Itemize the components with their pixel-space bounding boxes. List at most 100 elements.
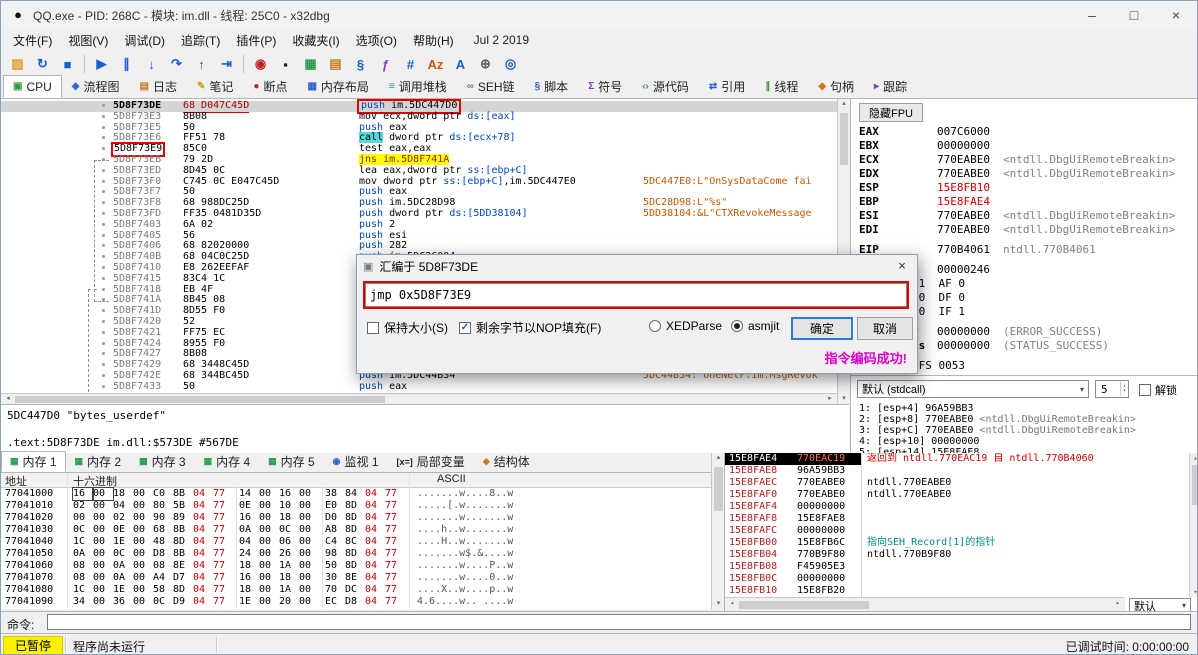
breakpoint-dot[interactable] [102, 373, 105, 377]
tab-SEH链[interactable]: ∞ SEH链 [457, 75, 525, 98]
register-row-EBX[interactable]: EBX 00000000 [851, 139, 1197, 152]
breakpoint-dot[interactable] [102, 363, 105, 367]
step-out-icon[interactable]: ↑ [190, 53, 213, 75]
restart-icon[interactable]: ↻ [31, 53, 54, 75]
asmjit-radio[interactable]: asmjit [731, 319, 779, 333]
tab-线程[interactable]: ∥ 线程 [755, 75, 808, 98]
tab-内存 4[interactable]: ▦ 内存 4 [195, 451, 260, 472]
breakpoint-dot[interactable] [102, 136, 105, 140]
scroll-thumb[interactable] [714, 467, 723, 511]
case-icon[interactable]: Az [424, 53, 447, 75]
tab-结构体[interactable]: ◆ 结构体 [474, 451, 539, 472]
stack-pane[interactable]: 15E8FAE4 770EAC19 返回到 ntdll.770EAC19 自 ntd… [724, 453, 1197, 611]
scroll-up-icon[interactable]: ▴ [1190, 453, 1197, 463]
tab-源代码[interactable]: ‹› 源代码 [632, 75, 699, 98]
memory-row-77041070[interactable]: 77041070 08 00 0A 00 A4 D7 04 77 16 00 18 00 30 8E 04 77… [1, 572, 711, 584]
breakpoint-dot[interactable] [102, 125, 105, 129]
stepper-arrows-icon[interactable]: ▴ ▾ [1119, 382, 1128, 396]
tab-流程图[interactable]: ◈ 流程图 [62, 75, 130, 98]
stack-row-15E8FAF8[interactable]: 15E8FAF8 15E8FAE8 [725, 513, 1197, 525]
scroll-left-icon[interactable]: ◂ [3, 394, 13, 404]
tab-内存布局[interactable]: ▦ 内存布局 [297, 75, 378, 98]
argument-row[interactable]: 4: [esp+10] 00000000 [859, 436, 979, 447]
ok-button[interactable]: 确定 [791, 317, 853, 340]
register-row-EDX[interactable]: EDX 770EABE0 <ntdll.DbgUiRemoteBreakin> [851, 167, 1197, 180]
disasm-row-5D8F7403[interactable]: 5D8F7403 6A 02 push 2 [1, 219, 837, 231]
menu-item-插件(P)[interactable]: 插件(P) [228, 32, 284, 49]
tab-日志[interactable]: ▤ 日志 [130, 75, 187, 98]
log-icon[interactable]: ▤ [324, 53, 347, 75]
fx-icon[interactable]: ƒ [374, 53, 397, 75]
tab-内存 3[interactable]: ▦ 内存 3 [130, 451, 195, 472]
scroll-thumb[interactable] [840, 113, 848, 165]
stack-row-15E8FAF0[interactable]: 15E8FAF0 770EABE0 ntdll.770EABE0 [725, 489, 1197, 501]
maximize-button[interactable]: □ [1113, 2, 1155, 29]
cancel-button[interactable]: 取消 [857, 317, 913, 340]
memory-dump-pane[interactable]: 地址 十六进制 ASCII 77041000 16 00 18 00 C0 8B 04 77 14… [1, 473, 711, 609]
stack-row-15E8FB04[interactable]: 15E8FB04 770B9F80 ntdll.770B9F80 [725, 549, 1197, 561]
menu-item-文件(F)[interactable]: 文件(F) [5, 32, 60, 49]
register-row-EDI[interactable]: EDI 770EABE0 <ntdll.DbgUiRemoteBreakin> [851, 223, 1197, 236]
open-file-icon[interactable]: ▨ [6, 53, 29, 75]
argument-row[interactable]: 2: [esp+8] 770EABE0 <ntdll.DbgUiRemoteBr… [859, 414, 1136, 425]
scroll-right-icon[interactable]: ▸ [825, 394, 835, 404]
disasm-row-5D8F73ED[interactable]: 5D8F73ED 8D45 0C lea eax,dword ptr ss:[ebp… [1, 165, 837, 177]
stack-row-15E8FAEC[interactable]: 15E8FAEC 770EABE0 ntdll.770EABE0 [725, 477, 1197, 489]
tab-笔记[interactable]: ✎ 笔记 [187, 75, 243, 98]
checkbox-icon[interactable] [367, 321, 379, 334]
radio-icon[interactable] [649, 320, 661, 332]
menu-item-收藏夹(I)[interactable]: 收藏夹(I) [284, 32, 347, 49]
run-icon[interactable]: ▶ [90, 53, 113, 75]
tab-内存 5[interactable]: ▦ 内存 5 [259, 451, 324, 472]
checkbox-icon[interactable]: ✓ [459, 321, 471, 334]
memory-row-77041080[interactable]: 77041080 1C 00 1E 00 58 8D 04 77 18 00 1A 00 70 DC 04 77… [1, 584, 711, 596]
register-row-ECX[interactable]: ECX 770EABE0 <ntdll.DbgUiRemoteBreakin> [851, 153, 1197, 166]
menu-item-追踪(T)[interactable]: 追踪(T) [173, 32, 228, 49]
menu-item-选项(O)[interactable]: 选项(O) [348, 32, 405, 49]
memory-row-77041090[interactable]: 77041090 34 00 36 00 0C D9 04 77 1E 00 20 00 EC D8 04 77… [1, 596, 711, 608]
hardware-breakpoint-icon[interactable]: ▪ [274, 53, 297, 75]
search-icon[interactable]: ◎ [499, 53, 522, 75]
scroll-thumb[interactable] [739, 601, 869, 609]
breakpoint-dot[interactable] [102, 309, 105, 313]
tab-符号[interactable]: Σ 符号 [578, 75, 632, 98]
stack-vscrollbar[interactable]: ▴ ▾ [1189, 453, 1197, 597]
tab-CPU[interactable]: ▣ CPU [3, 75, 62, 98]
register-row-EAX[interactable]: EAX 007C6000 [851, 125, 1197, 138]
memory-row-77041000[interactable]: 77041000 16 00 18 00 C0 8B 04 77 14 00 16 00 38 84 04 77… [1, 487, 711, 501]
stack-row-15E8FB10[interactable]: 15E8FB10 15E8FB20 [725, 585, 1197, 597]
settings-icon[interactable]: ⊕ [474, 53, 497, 75]
memory-row-77041030[interactable]: 77041030 0C 00 0E 00 68 8B 04 77 0A 00 0C 00 A8 8D 04 77… [1, 524, 711, 536]
font-icon[interactable]: A [449, 53, 472, 75]
minimize-button[interactable]: – [1071, 2, 1113, 29]
register-row-ESI[interactable]: ESI 770EABE0 <ntdll.DbgUiRemoteBreakin> [851, 209, 1197, 222]
stack-row-15E8FAE4[interactable]: 15E8FAE4 770EAC19 返回到 ntdll.770EAC19 自 ntd… [725, 453, 1197, 465]
memory-row-77041010[interactable]: 77041010 02 00 04 00 80 5B 04 77 0E 00 10 00 E0 8D 04 77… [1, 500, 711, 512]
stop-icon[interactable]: ■ [56, 53, 79, 75]
hide-fpu-button[interactable]: 隐藏FPU [859, 103, 923, 122]
tab-内存 2[interactable]: ▦ 内存 2 [66, 451, 131, 472]
disasm-row-5D8F73E3[interactable]: 5D8F73E3 8B08 mov ecx,dword ptr ds:[eax] [1, 111, 837, 123]
tab-脚本[interactable]: § 脚本 [525, 75, 579, 98]
scroll-down-icon[interactable]: ▾ [838, 394, 850, 404]
tab-局部变量[interactable]: [x=] 局部变量 [388, 451, 474, 472]
command-input[interactable] [47, 614, 1191, 630]
tab-断点[interactable]: ● 断点 [243, 75, 297, 98]
memory-row-77041040[interactable]: 77041040 1C 00 1E 00 48 8D 04 77 04 00 06 00 C4 8C 04 77… [1, 536, 711, 548]
step-into-icon[interactable]: ↓ [140, 53, 163, 75]
stack-mode-select[interactable]: 默认 ▾ [1129, 598, 1191, 611]
menu-item-调试(D)[interactable]: 调试(D) [116, 32, 173, 49]
tab-调用堆栈[interactable]: ≡ 调用堆栈 [379, 75, 457, 98]
scroll-thumb[interactable] [1192, 465, 1197, 505]
dialog-title-bar[interactable]: ▣ 汇编于 5D8F73DE × [357, 255, 917, 277]
memory-row-77041050[interactable]: 77041050 0A 00 0C 00 D8 8B 04 77 24 00 26 00 98 8D 04 77… [1, 548, 711, 560]
stack-row-15E8FB00[interactable]: 15E8FB00 15E8FB6C 指向SEH_Record[1]的指针 [725, 537, 1197, 549]
stack-row-15E8FAFC[interactable]: 15E8FAFC 00000000 [725, 525, 1197, 537]
hash-icon[interactable]: # [399, 53, 422, 75]
breakpoint-dot[interactable] [102, 104, 105, 107]
breakpoint-dot[interactable] [102, 352, 105, 356]
tab-内存 1[interactable]: ▦ 内存 1 [1, 451, 66, 472]
script-icon[interactable]: § [349, 53, 372, 75]
breakpoint-dot[interactable] [102, 147, 105, 151]
tab-引用[interactable]: ⇄ 引用 [699, 75, 755, 98]
